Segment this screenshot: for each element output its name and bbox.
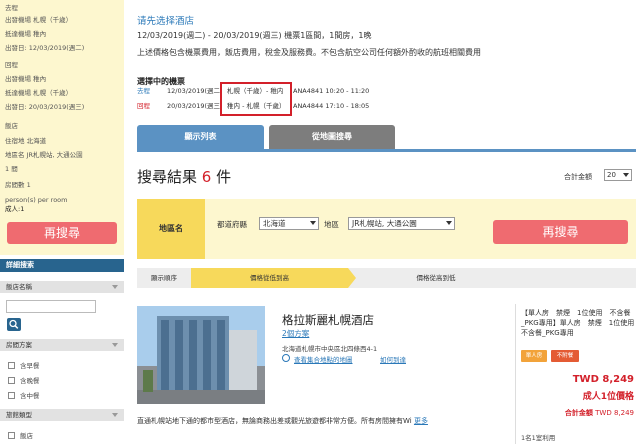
return-depart: 出發機場 稚內 (5, 75, 47, 83)
area-label: 地區 (324, 220, 339, 229)
map-link[interactable]: 查看集合地點的地圖 (294, 354, 353, 364)
flight-number: ANA4841 10:20 - 11:20 (293, 87, 370, 95)
flight-direction: 去程 (137, 87, 150, 95)
hotel-name-filter-header[interactable]: 飯店名稱 (0, 281, 124, 293)
hotel-photo[interactable] (137, 306, 265, 404)
outbound-depart: 出發機場 札幌（千歲） (5, 16, 73, 24)
outbound-arrive: 抵達機場 稚內 (5, 30, 47, 38)
area-search-label: 地區名 (137, 199, 205, 259)
collapse-icon (112, 413, 118, 417)
stay-area: 地區名 JR札幌站, 大通公園 (5, 151, 83, 159)
outbound-label: 去程 (5, 4, 18, 12)
per-page-value: 20 (607, 171, 616, 179)
area-search-box: 地區名 都道府縣 北海道 地區 JR札幌站, 大通公園 再搜尋 (137, 199, 636, 259)
map-pin-icon (282, 354, 290, 362)
trip-info: 12/03/2019(週二) - 20/03/2019(週三) 機票1區間，1間… (137, 31, 372, 40)
tab-map-search[interactable]: 從地圖搜尋 (269, 125, 395, 149)
adult-count: 成人:1 (5, 205, 25, 213)
hotel-description-text: 直通札幌站地下通的都市型酒店，無論商務出差或觀光旅遊都非常方便。所有房間擁有Wi (137, 417, 412, 425)
results-prefix: 搜尋結果 (137, 168, 202, 186)
breakfast-label: 含早餐 (20, 362, 40, 370)
dinner-checkbox[interactable] (8, 377, 15, 384)
flight-date: 20/03/2019(週三) (167, 102, 223, 110)
single-room-badge: 單人房 (521, 350, 547, 362)
lunch-checkbox[interactable] (8, 392, 15, 399)
hotel-name-input[interactable] (6, 300, 96, 313)
hotel-name[interactable]: 格拉斯麗札幌酒店 (282, 312, 374, 328)
stay-prefecture: 住宿地 北海道 (5, 137, 47, 145)
sort-price-high-low[interactable]: 價格從高到低 (356, 268, 516, 288)
flight-number: ANA4844 17:10 - 18:05 (293, 102, 370, 110)
per-page-select[interactable]: 20 (604, 169, 632, 181)
prefecture-value: 北海道 (263, 219, 286, 228)
price-per-adult: 成人1位價格 (582, 392, 634, 402)
flight-direction: 回程 (137, 102, 150, 110)
results-count: 6 (201, 168, 212, 186)
collapse-icon (112, 285, 118, 289)
area-research-button[interactable]: 再搜尋 (493, 220, 628, 244)
facility-filter-label: 旅館類型 (6, 411, 32, 419)
per-page-label: 合計金額 (564, 173, 592, 181)
hotel-description: 直通札幌站地下通的都市型酒店，無論商務出差或觀光旅遊都非常方便。所有房間擁有Wi… (137, 416, 428, 426)
lunch-label: 含中餐 (20, 392, 40, 400)
dinner-label: 含晚餐 (20, 377, 40, 385)
results-heading: 搜尋結果 6 件 (137, 166, 231, 187)
chevron-down-icon (446, 221, 452, 225)
return-label: 回程 (5, 61, 18, 69)
more-link[interactable]: 更多 (414, 417, 428, 425)
route-highlight-box (220, 82, 292, 116)
total-price: 合計金額 TWD 8,249 (537, 408, 634, 418)
sort-order-label: 顯示順序 (151, 274, 177, 282)
flight-date: 12/03/2019(週二) (167, 87, 223, 95)
hotel-plans-link[interactable]: 2個方案 (282, 328, 309, 339)
tab-list-view[interactable]: 顯示列表 (137, 125, 264, 149)
hotel-card: 格拉斯麗札幌酒店 2個方案 北海道札幌市中央區北四條西4-1 查看集合地點的地圖… (137, 304, 640, 444)
price-note: 上述價格包含機票費用，飯店費用，稅金及服務費。不包含航空公司任何額外酌收的航班相… (137, 48, 481, 57)
sort-bar: 顯示順序 價格從低到高 價格從高到低 (137, 268, 636, 288)
room-plan-filter-header[interactable]: 房間方案 (0, 339, 124, 351)
hotel-address: 北海道札幌市中央區北四條西4-1 (282, 345, 378, 353)
chevron-down-icon (310, 221, 316, 225)
area-select[interactable]: JR札幌站, 大通公園 (348, 217, 455, 230)
sort-price-low-high[interactable]: 價格從低到高 (191, 268, 356, 288)
return-date: 出發日: 20/03/2019(週三) (5, 103, 85, 111)
detail-search-header: 詳細搜索 (0, 259, 124, 272)
chevron-down-icon (623, 173, 629, 177)
sidebar: 去程 出發機場 札幌（千歲） 抵達機場 稚內 出發日: 12/03/2019(週… (0, 0, 124, 444)
hotel-name-filter-label: 飯店名稱 (6, 283, 32, 291)
directions-link[interactable]: 如何到達 (380, 354, 406, 364)
facility-filter-header[interactable]: 旅館類型 (0, 409, 124, 421)
price: TWD 8,249 (572, 374, 634, 385)
outbound-date: 出發日: 12/03/2019(週二) (5, 44, 85, 52)
sidebar-research-button[interactable]: 再搜尋 (7, 222, 117, 244)
hotel-label: 飯店 (5, 122, 18, 130)
hotel-type-checkbox[interactable] (8, 432, 15, 439)
hotel-type-label: 飯店 (20, 432, 33, 440)
main-content: 请先选择酒店 12/03/2019(週二) - 20/03/2019(週三) 機… (124, 0, 640, 444)
room-usage: 1名1室利用 (521, 434, 556, 442)
divider (515, 304, 516, 444)
breakfast-checkbox[interactable] (8, 362, 15, 369)
page-title: 请先选择酒店 (137, 16, 195, 27)
room-type: 【單人房 禁煙 1位使用 不含餐_PKG專用】單人房 禁煙 1位使用 不含餐_P… (521, 309, 640, 337)
total-label: 合計金額 (564, 409, 593, 417)
search-icon[interactable] (7, 318, 21, 331)
room-plan-filter-label: 房間方案 (6, 341, 32, 349)
persons-label: person(s) per room (5, 196, 68, 204)
prefecture-label: 都道府縣 (217, 220, 247, 229)
night-count: 房間數 1 (5, 181, 31, 189)
tab-underline (137, 149, 636, 152)
trip-summary-panel: 去程 出發機場 札幌（千歲） 抵達機場 稚內 出發日: 12/03/2019(週… (0, 0, 124, 255)
total-value: TWD 8,249 (595, 409, 634, 417)
collapse-icon (112, 343, 118, 347)
area-value: JR札幌站, 大通公園 (352, 219, 417, 228)
room-count: 1 間 (5, 165, 18, 173)
no-meal-badge: 不附餐 (551, 350, 579, 362)
return-arrive: 抵達機場 札幌（千歲） (5, 89, 73, 97)
prefecture-select[interactable]: 北海道 (259, 217, 319, 230)
results-suffix: 件 (211, 168, 232, 186)
